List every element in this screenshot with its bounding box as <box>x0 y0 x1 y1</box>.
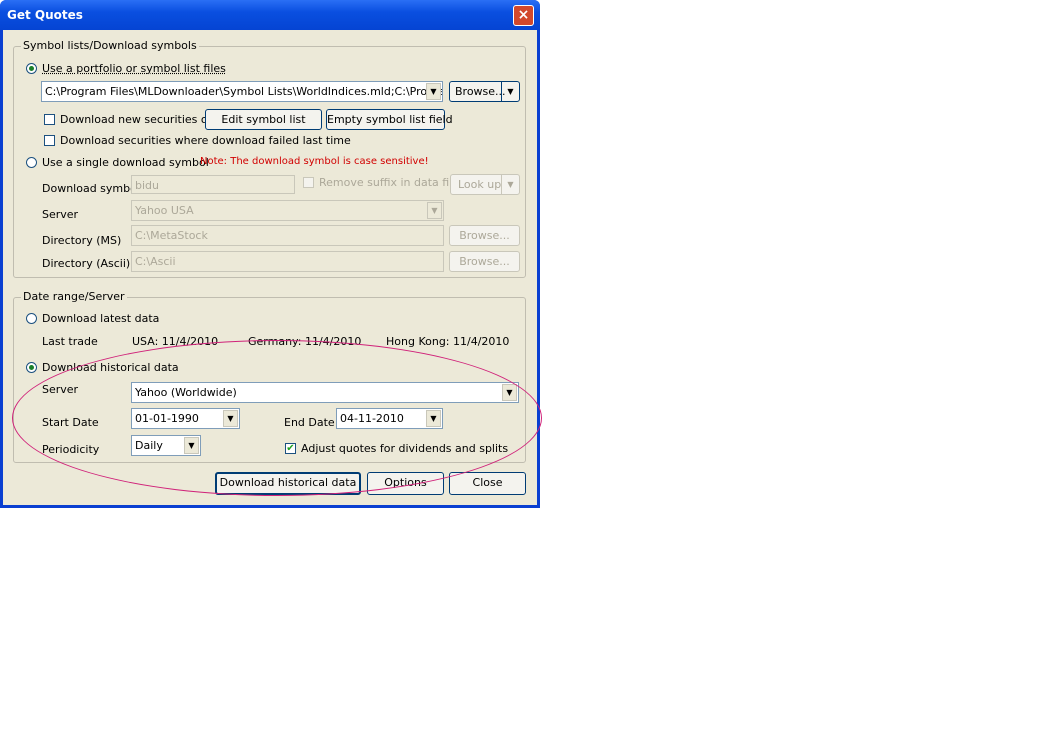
new-only-checkbox[interactable] <box>44 114 55 125</box>
use-portfolio-label[interactable]: Use a portfolio or symbol list files <box>42 62 226 75</box>
last-trade-usa: USA: 11/4/2010 <box>132 335 219 348</box>
title-bar[interactable]: Get Quotes × <box>0 0 540 30</box>
start-date-value: 01-01-1990 <box>135 412 199 425</box>
date-range-group-label: Date range/Server <box>21 290 127 303</box>
historical-server-value: Yahoo (Worldwide) <box>135 386 237 399</box>
chevron-down-icon[interactable]: ▼ <box>502 384 517 401</box>
remove-suffix-label: Remove suffix in data file <box>319 176 460 189</box>
adjust-quotes-checkbox[interactable]: ✔ <box>285 443 296 454</box>
close-button[interactable]: Close <box>449 472 526 495</box>
end-date-picker[interactable]: 04-11-2010 ▼ <box>336 408 443 429</box>
end-date-value: 04-11-2010 <box>340 412 404 425</box>
single-symbol-radio[interactable] <box>26 157 37 168</box>
historical-server-select[interactable]: Yahoo (Worldwide) ▼ <box>131 382 519 403</box>
chevron-down-icon[interactable]: ▼ <box>426 83 441 100</box>
browse-ascii-button[interactable]: Browse... <box>449 251 520 272</box>
single-symbol-label[interactable]: Use a single download symbol <box>42 156 209 169</box>
look-up-button[interactable]: Look up ▼ <box>450 174 520 195</box>
dir-ascii-label: Directory (Ascii) <box>42 257 131 270</box>
dir-ascii-input[interactable]: C:\Ascii <box>131 251 444 272</box>
browse-ascii-label: Browse... <box>459 255 510 268</box>
historical-server-label: Server <box>42 383 79 396</box>
close-window-button[interactable]: × <box>513 5 534 26</box>
chevron-down-icon[interactable]: ▼ <box>427 202 442 219</box>
portfolio-path-value: C:\Program Files\MLDownloader\Symbol Lis… <box>45 85 443 98</box>
symbol-lists-group-label: Symbol lists/Download symbols <box>21 39 199 52</box>
dir-ms-input[interactable]: C:\MetaStock <box>131 225 444 246</box>
download-historical-button[interactable]: Download historical data <box>215 472 361 495</box>
edit-symbol-list-label: Edit symbol list <box>221 113 306 126</box>
historical-data-radio[interactable] <box>26 362 37 373</box>
dialog-client: Symbol lists/Download symbols Use a port… <box>3 30 537 505</box>
start-date-label: Start Date <box>42 416 99 429</box>
server-select[interactable]: Yahoo USA ▼ <box>131 200 444 221</box>
latest-data-label[interactable]: Download latest data <box>42 312 159 325</box>
case-sensitive-note: Note: The download symbol is case sensit… <box>200 156 429 167</box>
adjust-quotes-label: Adjust quotes for dividends and splits <box>301 442 509 455</box>
download-symbol-value: bidu <box>135 179 159 192</box>
chevron-down-icon[interactable]: ▼ <box>501 175 519 194</box>
options-button[interactable]: Options <box>367 472 444 495</box>
periodicity-value: Daily <box>135 439 163 452</box>
browse-ms-button[interactable]: Browse... <box>449 225 520 246</box>
dir-ms-label: Directory (MS) <box>42 234 122 247</box>
empty-symbol-list-button[interactable]: Empty symbol list field <box>326 109 453 130</box>
failed-last-checkbox[interactable] <box>44 135 55 146</box>
end-date-label: End Date <box>284 416 335 429</box>
dir-ascii-value: C:\Ascii <box>135 255 176 268</box>
chevron-down-icon[interactable]: ▼ <box>184 437 199 454</box>
window-title: Get Quotes <box>7 8 83 22</box>
server-label: Server <box>42 208 79 221</box>
periodicity-label: Periodicity <box>42 443 100 456</box>
new-only-label: Download new securities only <box>60 113 225 126</box>
look-up-label: Look up <box>458 178 502 191</box>
close-icon: × <box>517 7 530 23</box>
failed-last-label: Download securities where download faile… <box>60 134 351 147</box>
last-trade-label: Last trade <box>42 335 98 348</box>
chevron-down-icon[interactable]: ▼ <box>223 410 238 427</box>
chevron-down-icon[interactable]: ▼ <box>501 82 519 101</box>
empty-symbol-list-label: Empty symbol list field <box>327 113 453 126</box>
latest-data-radio[interactable] <box>26 313 37 324</box>
dir-ms-value: C:\MetaStock <box>135 229 208 242</box>
download-symbol-input[interactable]: bidu <box>131 175 295 194</box>
download-symbol-label: Download symbol <box>42 182 140 195</box>
start-date-picker[interactable]: 01-01-1990 ▼ <box>131 408 240 429</box>
historical-data-label[interactable]: Download historical data <box>42 361 179 374</box>
portfolio-path-combo[interactable]: C:\Program Files\MLDownloader\Symbol Lis… <box>41 81 443 102</box>
get-quotes-dialog: Get Quotes × Symbol lists/Download symbo… <box>0 0 540 508</box>
use-portfolio-radio[interactable] <box>26 63 37 74</box>
edit-symbol-list-button[interactable]: Edit symbol list <box>205 109 322 130</box>
close-label: Close <box>472 476 503 489</box>
chevron-down-icon[interactable]: ▼ <box>426 410 441 427</box>
download-historical-label: Download historical data <box>219 476 357 489</box>
options-label: Options <box>384 476 427 489</box>
browse-ms-label: Browse... <box>459 229 510 242</box>
server-value: Yahoo USA <box>135 204 194 217</box>
last-trade-germany: Germany: 11/4/2010 <box>248 335 362 348</box>
browse-portfolio-label: Browse... <box>455 85 506 98</box>
browse-portfolio-button[interactable]: Browse... ▼ <box>449 81 520 102</box>
last-trade-hongkong: Hong Kong: 11/4/2010 <box>386 335 510 348</box>
periodicity-select[interactable]: Daily ▼ <box>131 435 201 456</box>
remove-suffix-checkbox[interactable] <box>303 177 314 188</box>
